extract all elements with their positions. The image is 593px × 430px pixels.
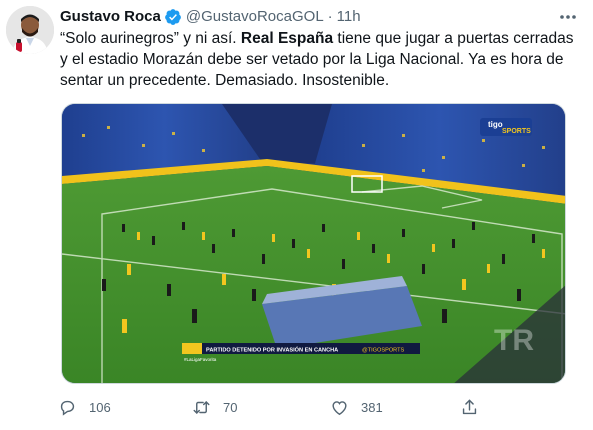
share-icon <box>462 399 477 414</box>
reply-icon <box>60 400 75 416</box>
reply-count: 106 <box>89 399 111 415</box>
like-button[interactable]: 381 <box>330 398 383 417</box>
tweet-timestamp[interactable]: 11h <box>337 7 361 27</box>
author-handle[interactable]: @GustavoRocaGOL <box>186 7 324 27</box>
like-count: 381 <box>361 399 383 415</box>
author-name[interactable]: Gustavo Roca <box>60 7 161 27</box>
more-options-icon[interactable] <box>557 8 579 26</box>
tweet-actions: 106 70 381 <box>58 394 538 420</box>
avatar[interactable] <box>6 6 54 54</box>
logo-bottom-text: SPORTS <box>502 128 531 135</box>
verified-badge-icon <box>164 8 182 26</box>
retweet-icon <box>193 400 210 414</box>
share-button[interactable] <box>460 398 491 417</box>
tweet-card[interactable]: Gustavo Roca @GustavoRocaGOL · 11h “Solo… <box>0 0 593 430</box>
watermark-text: TR <box>494 324 534 357</box>
tweet-header: Gustavo Roca @GustavoRocaGOL · 11h <box>60 6 585 28</box>
banner-handle: @TIGOSPORTS <box>362 348 405 354</box>
tweet-text-bold: Real España <box>240 30 334 47</box>
heart-icon <box>332 400 347 415</box>
logo-top-text: tigo <box>488 120 503 129</box>
retweet-count: 70 <box>223 399 238 415</box>
avatar-image <box>6 6 54 54</box>
tweet-media-image[interactable]: tigo SPORTS TR PARTIDO DETENIDO POR INVA… <box>61 103 566 384</box>
stadium-photo: tigo SPORTS TR PARTIDO DETENIDO POR INVA… <box>62 104 565 383</box>
banner-hashtag: #LaLigaFavorita <box>184 357 217 362</box>
retweet-button[interactable]: 70 <box>192 398 237 417</box>
reply-button[interactable]: 106 <box>58 398 111 417</box>
tweet-text: “Solo aurinegros” y ni así. Real España … <box>60 28 574 91</box>
tweet-text-part1: “Solo aurinegros” y ni así. <box>60 30 241 47</box>
banner-text: PARTIDO DETENIDO POR INVASIÓN EN CANCHA <box>206 346 338 354</box>
separator-dot: · <box>327 8 333 25</box>
